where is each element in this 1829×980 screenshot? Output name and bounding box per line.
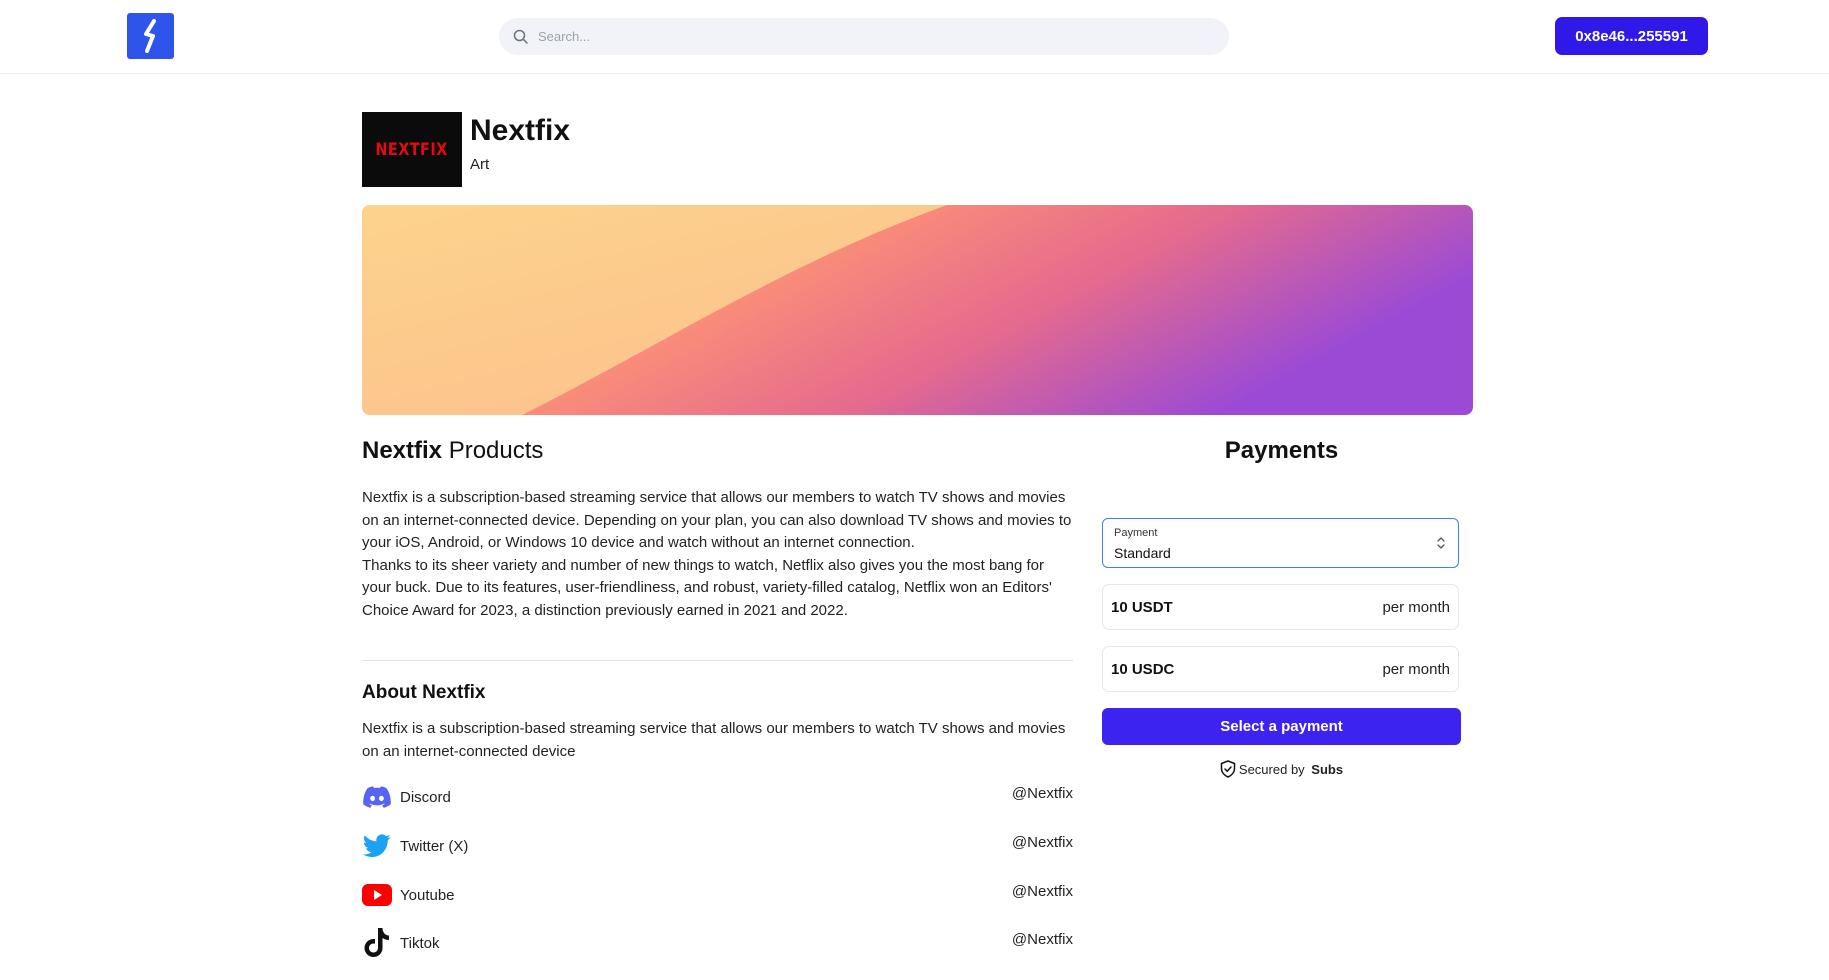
chevron-up-down-icon: [1437, 537, 1445, 549]
youtube-icon: [362, 880, 392, 910]
tiktok-icon: [362, 928, 392, 958]
about-title: About Nextfix: [362, 682, 486, 703]
description-paragraph: Nextfix is a subscription-based streamin…: [362, 489, 1072, 551]
select-label: Payment: [1114, 527, 1158, 539]
price-period: per month: [1382, 599, 1450, 616]
price-amount: 10 USDT: [1111, 599, 1173, 616]
products-title-rest: Products: [442, 437, 544, 464]
section-divider: [362, 660, 1073, 661]
secured-prefix: Secured by: [1238, 761, 1309, 777]
about-text: Nextfix is a subscription-based streamin…: [362, 720, 1066, 760]
social-handle[interactable]: @Nextfix: [1012, 883, 1073, 900]
social-handle[interactable]: @Nextfix: [1012, 834, 1073, 851]
price-option-usdt[interactable]: 10 USDT per month: [1102, 584, 1459, 630]
social-item-discord[interactable]: Discord @Nextfix: [362, 782, 1073, 814]
price-option-usdc[interactable]: 10 USDC per month: [1102, 646, 1459, 692]
top-bar: 0x8e46...255591: [0, 0, 1829, 74]
shield-check-icon: [1220, 760, 1236, 778]
twitter-icon: [362, 831, 392, 861]
products-title-brand: Nextfix: [362, 437, 443, 464]
price-amount: 10 USDC: [1111, 661, 1175, 678]
social-handle[interactable]: @Nextfix: [1012, 785, 1073, 802]
secured-by-note: Secured by Subs: [1102, 760, 1461, 778]
social-item-twitter[interactable]: Twitter (X) @Nextfix: [362, 831, 1073, 863]
select-payment-button[interactable]: Select a payment: [1102, 708, 1461, 745]
search-icon: [513, 29, 528, 44]
search-input[interactable]: [536, 28, 1180, 45]
social-name: Tiktok: [400, 935, 440, 952]
discord-icon: [362, 782, 392, 812]
brand-logo-text: NEXTFIX: [375, 139, 449, 160]
payment-plan-select[interactable]: Payment Standard: [1102, 518, 1459, 568]
social-item-youtube[interactable]: Youtube @Nextfix: [362, 880, 1073, 912]
wallet-address-button[interactable]: 0x8e46...255591: [1555, 17, 1708, 55]
social-name: Youtube: [400, 887, 455, 904]
social-handle[interactable]: @Nextfix: [1012, 931, 1073, 948]
products-title: Nextfix Products: [362, 437, 543, 465]
price-period: per month: [1382, 661, 1450, 678]
brand-logo: NEXTFIX: [362, 112, 462, 187]
bolt-icon: [143, 19, 156, 53]
search-bar[interactable]: [499, 18, 1229, 55]
cover-banner: [362, 205, 1473, 415]
brand-category: Art: [470, 156, 490, 173]
social-name: Twitter (X): [400, 838, 469, 855]
description-paragraph: Thanks to its sheer variety and number o…: [362, 556, 1052, 619]
brand-name: Nextfix: [470, 114, 571, 147]
payments-title: Payments: [1224, 437, 1339, 464]
social-name: Discord: [400, 789, 451, 806]
social-item-tiktok[interactable]: Tiktok @Nextfix: [362, 928, 1073, 960]
secured-brand: Subs: [1311, 761, 1344, 777]
home-logo[interactable]: [127, 13, 174, 59]
select-value: Standard: [1114, 545, 1171, 561]
products-description: Nextfix is a subscription-based streamin…: [362, 487, 1074, 622]
